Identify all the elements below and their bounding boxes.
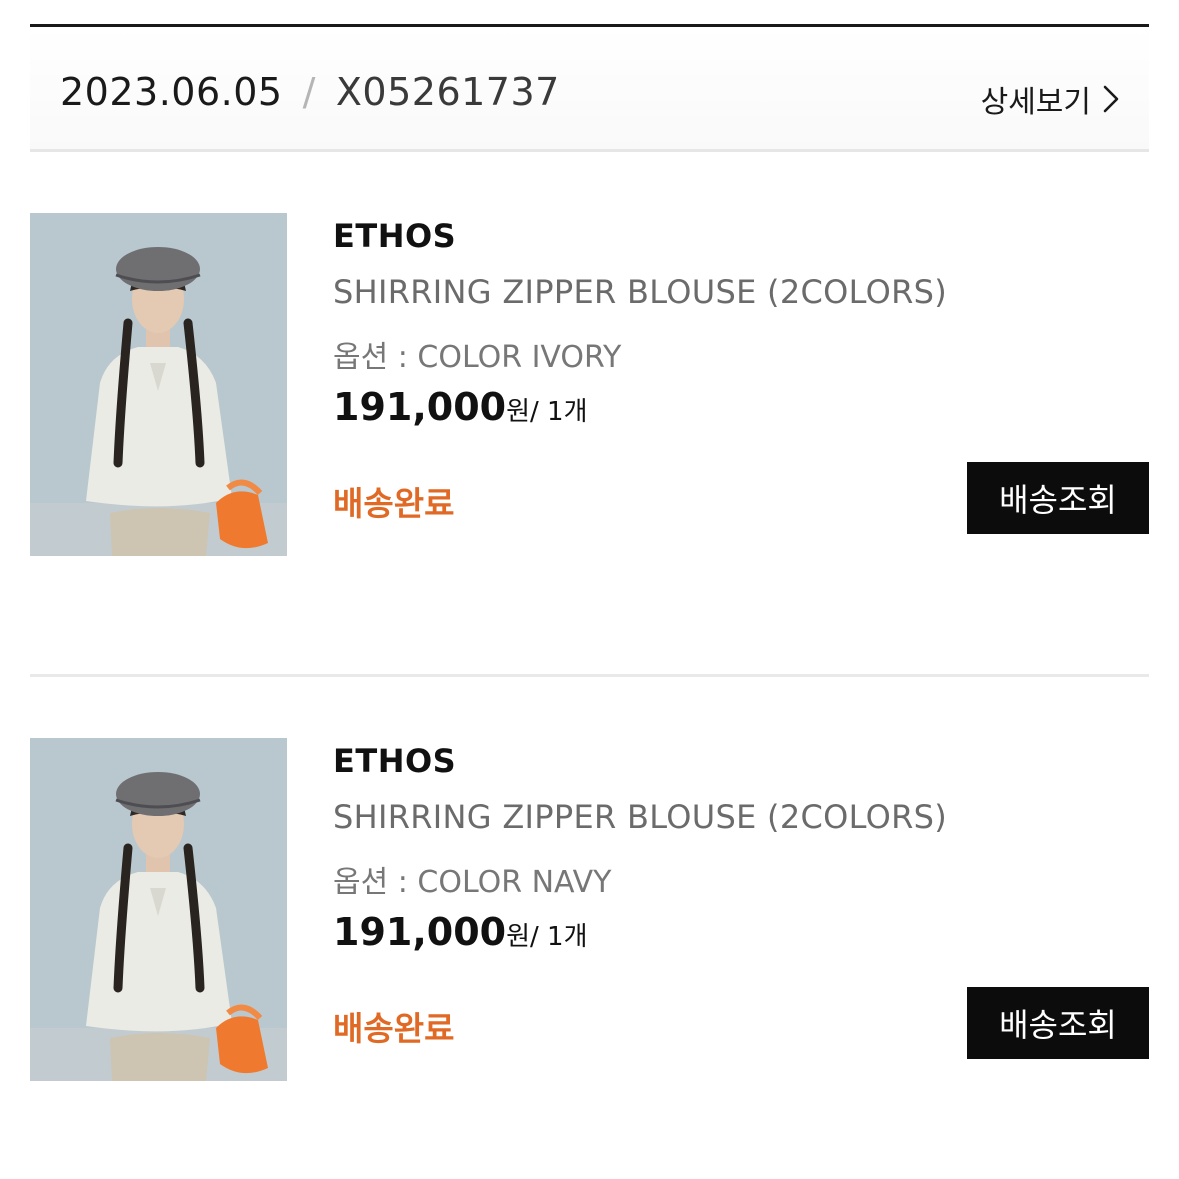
order-item: ETHOS SHIRRING ZIPPER BLOUSE (2COLORS) 옵… <box>30 213 1149 556</box>
order-item: ETHOS SHIRRING ZIPPER BLOUSE (2COLORS) 옵… <box>30 738 1149 1081</box>
order-detail-link[interactable]: 상세보기 <box>981 77 1119 121</box>
item-price-line: 191,000원/ 1개 <box>333 385 588 429</box>
item-currency: 원 <box>506 397 530 427</box>
item-quantity: / 1개 <box>530 397 588 427</box>
item-option: 옵션 : COLOR NAVY <box>333 865 612 900</box>
product-thumbnail[interactable] <box>30 213 287 556</box>
item-price-line: 191,000원/ 1개 <box>333 910 588 954</box>
item-product-name[interactable]: SHIRRING ZIPPER BLOUSE (2COLORS) <box>333 798 947 836</box>
chevron-right-icon <box>1103 85 1119 113</box>
item-price: 191,000 <box>333 910 507 954</box>
item-currency: 원 <box>506 922 530 952</box>
order-separator: / <box>302 70 316 114</box>
item-product-name[interactable]: SHIRRING ZIPPER BLOUSE (2COLORS) <box>333 273 947 311</box>
item-divider <box>30 674 1149 677</box>
item-brand: ETHOS <box>333 742 457 780</box>
item-brand: ETHOS <box>333 217 457 255</box>
order-detail-label: 상세보기 <box>980 85 1091 120</box>
item-quantity: / 1개 <box>530 922 588 952</box>
delivery-status: 배송완료 <box>333 484 455 523</box>
order-number: X05261737 <box>335 70 560 114</box>
order-date: 2023.06.05 <box>60 70 283 114</box>
delivery-status: 배송완료 <box>333 1009 455 1048</box>
track-delivery-button[interactable]: 배송조회 <box>967 987 1149 1059</box>
item-price: 191,000 <box>333 385 507 429</box>
item-option: 옵션 : COLOR IVORY <box>333 340 622 375</box>
order-meta: 2023.06.05 / X05261737 <box>60 70 560 114</box>
product-thumbnail[interactable] <box>30 738 287 1081</box>
track-delivery-button[interactable]: 배송조회 <box>967 462 1149 534</box>
order-header: 2023.06.05 / X05261737 상세보기 <box>30 24 1149 152</box>
